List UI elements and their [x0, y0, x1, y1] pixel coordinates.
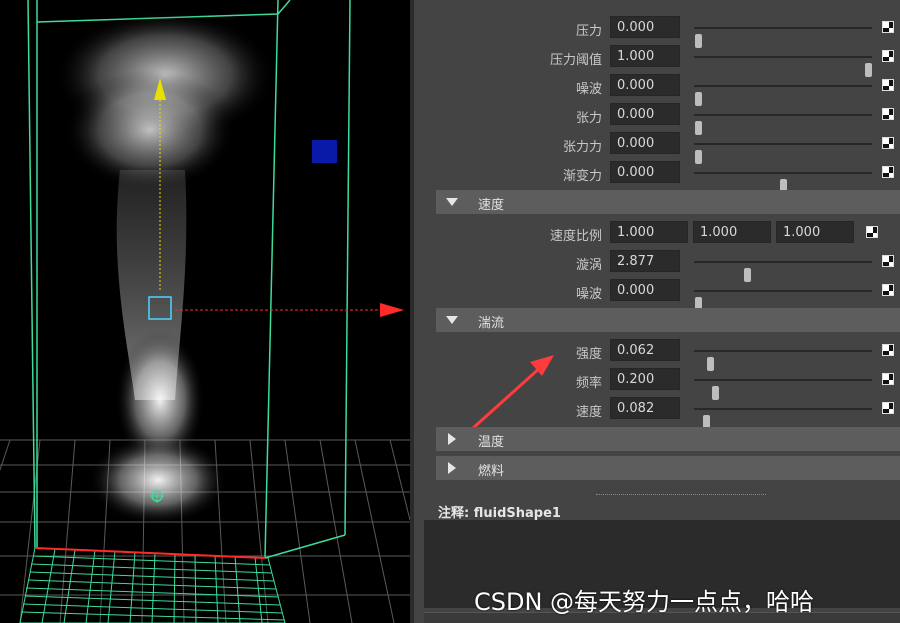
watermark-text: CSDN @每天努力一点点，哈哈 — [474, 588, 815, 616]
smoke-plume — [55, 10, 275, 525]
panel-divider[interactable] — [596, 494, 766, 495]
x-axis-arrow-icon[interactable] — [380, 303, 404, 317]
notes-node-name: fluidShape1 — [473, 506, 561, 521]
viewport-scene — [0, 0, 410, 623]
attribute-editor: 压力 0.000 压力阈值 1.000 噪波 0.000 张力 0.000 张力… — [414, 0, 900, 623]
expand-triangle-icon[interactable] — [448, 433, 456, 445]
section-fuel[interactable]: 燃料 — [436, 456, 900, 480]
section-temperature[interactable]: 温度 — [436, 427, 900, 451]
section-title: 燃料 — [478, 464, 505, 479]
expand-triangle-icon[interactable] — [448, 462, 456, 474]
section-title: 温度 — [478, 435, 505, 450]
notes-label: 注释: fluidShape1 — [438, 502, 561, 521]
notes-prefix: 注释: — [438, 506, 470, 521]
fluid-base-grid — [19, 547, 286, 623]
3d-viewport[interactable] — [0, 0, 410, 623]
blue-locator-box[interactable] — [312, 140, 337, 163]
